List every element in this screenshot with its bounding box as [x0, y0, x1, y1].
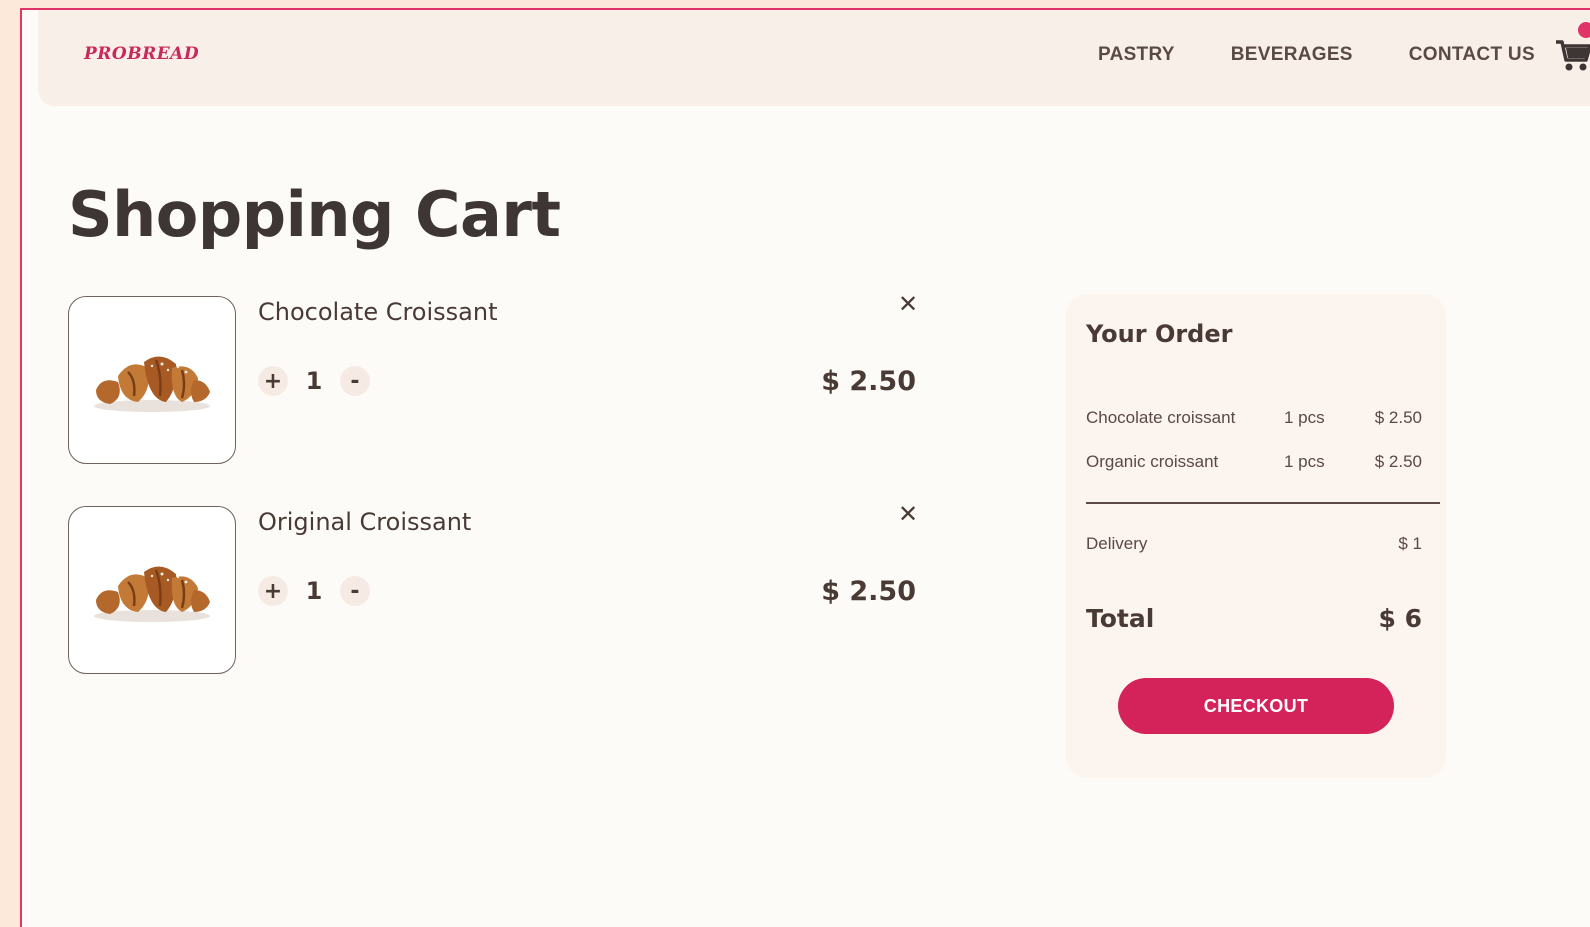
order-line-name: Organic croissant — [1086, 452, 1219, 471]
product-thumbnail[interactable] — [68, 296, 236, 464]
increase-quantity-button[interactable]: + — [258, 576, 288, 606]
close-icon[interactable]: ✕ — [894, 500, 922, 528]
product-thumbnail[interactable] — [68, 506, 236, 674]
summary-divider — [1086, 502, 1440, 504]
order-summary-panel: Your Order Chocolate croissant 1 pcs $ 2… — [1066, 294, 1446, 778]
cart-item: Chocolate Croissant + 1 - ✕ $ 2.50 — [68, 290, 928, 466]
increase-quantity-button[interactable]: + — [258, 366, 288, 396]
nav-link-contact-us[interactable]: CONTACT US — [1409, 44, 1535, 66]
product-name: Chocolate Croissant — [258, 298, 498, 326]
order-line-name: Chocolate croissant — [1086, 408, 1236, 427]
product-price: $ 2.50 — [821, 366, 916, 397]
total-value: $ 6 — [1378, 604, 1423, 633]
close-icon[interactable]: ✕ — [894, 290, 922, 318]
delivery-row: Delivery $ 1 — [1086, 534, 1422, 554]
delivery-label: Delivery — [1086, 534, 1148, 553]
total-label: Total — [1086, 604, 1155, 633]
order-line-qty: 1 pcs — [1284, 408, 1325, 427]
order-line-price: $ 2.50 — [1374, 408, 1422, 427]
checkout-button[interactable]: CHECKOUT — [1118, 678, 1394, 734]
order-line-qty: 1 pcs — [1284, 452, 1325, 471]
delivery-value: $ 1 — [1398, 534, 1422, 553]
product-name: Original Croissant — [258, 508, 472, 536]
quantity-stepper: + 1 - — [258, 366, 370, 396]
croissant-image — [94, 356, 210, 412]
page-title: Shopping Cart — [68, 178, 561, 251]
nav-link-pastry[interactable]: PASTRY — [1098, 44, 1175, 66]
order-line-price: $ 2.50 — [1374, 452, 1422, 471]
quantity-stepper: + 1 - — [258, 576, 370, 606]
nav-link-beverages[interactable]: BEVERAGES — [1231, 44, 1353, 66]
decrease-quantity-button[interactable]: - — [340, 576, 370, 606]
nav-links: PASTRY BEVERAGES CONTACT US — [1098, 44, 1535, 66]
top-navbar: PROBREAD PASTRY BEVERAGES CONTACT US — [38, 10, 1590, 106]
order-summary-title: Your Order — [1086, 320, 1233, 348]
product-price: $ 2.50 — [821, 576, 916, 607]
cart-item: Original Croissant + 1 - ✕ $ 2.50 — [68, 500, 928, 676]
total-row: Total $ 6 — [1086, 604, 1422, 633]
quantity-value: 1 — [305, 577, 323, 605]
croissant-image — [94, 566, 210, 622]
app-frame: PROBREAD PASTRY BEVERAGES CONTACT US Sho… — [20, 8, 1590, 927]
brand-logo[interactable]: PROBREAD — [84, 44, 199, 64]
shopping-cart-icon[interactable] — [1554, 34, 1590, 74]
quantity-value: 1 — [305, 367, 323, 395]
cart-badge — [1578, 22, 1590, 38]
decrease-quantity-button[interactable]: - — [340, 366, 370, 396]
